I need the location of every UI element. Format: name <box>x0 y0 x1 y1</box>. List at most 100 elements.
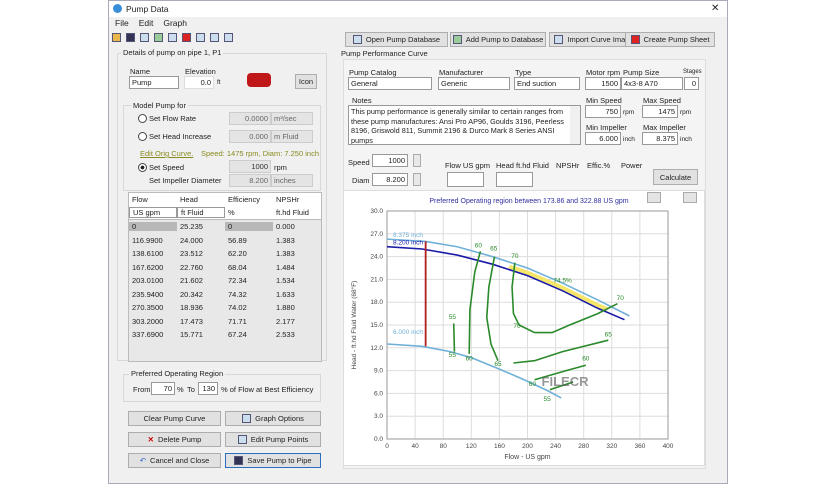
add-pump-database-button[interactable]: Add Pump to Database <box>450 32 546 47</box>
table-cell[interactable]: 116.9900 <box>129 236 177 245</box>
edit-pump-points-button[interactable]: Edit Pump Points <box>225 432 321 447</box>
table-cell[interactable]: 270.3500 <box>129 303 177 312</box>
table-row[interactable]: 116.9900 24.000 56.89 1.383 <box>129 234 321 248</box>
table-cell[interactable]: 71.71 <box>225 317 273 326</box>
edit-points-icon[interactable] <box>210 33 219 42</box>
speed-input[interactable]: 1000 <box>372 154 408 167</box>
table-cell[interactable]: 17.473 <box>177 317 225 326</box>
menu-graph[interactable]: Graph <box>163 18 187 28</box>
table-cell[interactable]: 1.633 <box>273 290 321 299</box>
max-speed-input[interactable]: 1475 <box>642 105 678 118</box>
table-cell[interactable]: 21.602 <box>177 276 225 285</box>
table-cell[interactable]: 1.383 <box>273 236 321 245</box>
table-cell[interactable]: 1.880 <box>273 303 321 312</box>
cancel-close-button[interactable]: ↶ Cancel and Close <box>128 453 221 468</box>
open-pump-database-button[interactable]: Open Pump Database <box>345 32 448 47</box>
table-cell[interactable]: 0.000 <box>273 222 321 231</box>
table-cell[interactable]: 337.6900 <box>129 330 177 339</box>
table-cell[interactable]: 303.2000 <box>129 317 177 326</box>
radio-set-speed[interactable] <box>138 163 147 172</box>
notes-textarea[interactable]: This pump performance is generally simil… <box>348 105 581 145</box>
name-input[interactable]: Pump <box>129 76 179 89</box>
table-cell[interactable]: 138.6100 <box>129 249 177 258</box>
diam-input[interactable]: 8.200 <box>372 173 408 186</box>
zoom-fit-icon[interactable] <box>683 192 697 203</box>
pump-sheet-icon[interactable] <box>182 33 191 42</box>
manufacturer-input[interactable]: Generic <box>438 77 510 90</box>
table-cell[interactable]: 74.32 <box>225 290 273 299</box>
table-cell[interactable]: 0 <box>225 222 273 232</box>
diam-spinner[interactable] <box>413 173 421 186</box>
create-pump-sheet-button[interactable]: Create Pump Sheet <box>625 32 715 47</box>
table-cell[interactable]: 62.20 <box>225 249 273 258</box>
set-speed-input[interactable]: 1000 <box>229 160 271 173</box>
table-row[interactable]: 303.2000 17.473 71.71 2.177 <box>129 315 321 329</box>
clear-pump-curve-button[interactable]: Clear Pump Curve <box>128 411 221 426</box>
table-cell[interactable]: 72.34 <box>225 276 273 285</box>
chart-image-icon[interactable] <box>647 192 661 203</box>
graph-options-icon[interactable] <box>196 33 205 42</box>
min-impeller-input[interactable]: 6.000 <box>585 132 621 145</box>
delete-pump-button[interactable]: ✕ Delete Pump <box>128 432 221 447</box>
table-row[interactable]: 235.9400 20.342 74.32 1.633 <box>129 288 321 302</box>
diameter-unit-select[interactable]: inches <box>271 174 313 187</box>
save-pump-to-pipe-button[interactable]: Save Pump to Pipe <box>225 453 321 468</box>
por-to-input[interactable]: 130 <box>198 382 218 395</box>
radio-flow-rate[interactable] <box>138 114 147 123</box>
table-cell[interactable]: 0 <box>129 222 177 232</box>
table-cell[interactable]: 235.9400 <box>129 290 177 299</box>
edit-orig-curve-link[interactable]: Edit Orig Curve. <box>140 149 193 158</box>
head-unit-select[interactable]: ft Fluid <box>177 207 225 219</box>
table-cell[interactable]: 203.0100 <box>129 276 177 285</box>
table-cell[interactable]: 22.760 <box>177 263 225 272</box>
table-cell[interactable]: 1.534 <box>273 276 321 285</box>
calc-head-input[interactable] <box>496 172 533 187</box>
table-cell[interactable]: 68.04 <box>225 263 273 272</box>
import-image-icon[interactable] <box>168 33 177 42</box>
impeller-diameter-input[interactable]: 8.200 <box>229 174 271 187</box>
head-increase-input[interactable]: 0.000 <box>229 130 271 143</box>
table-row[interactable]: 0 25.235 0 0.000 <box>129 220 321 234</box>
speed-spinner[interactable] <box>413 154 421 167</box>
table-row[interactable]: 270.3500 18.936 74.02 1.880 <box>129 301 321 315</box>
table-row[interactable]: 337.6900 15.771 67.24 2.533 <box>129 328 321 342</box>
table-cell[interactable]: 25.235 <box>177 222 225 231</box>
table-row[interactable]: 203.0100 21.602 72.34 1.534 <box>129 274 321 288</box>
catalog-input[interactable]: General <box>348 77 432 90</box>
table-cell[interactable]: 56.89 <box>225 236 273 245</box>
graph-options-button[interactable]: Graph Options <box>225 411 321 426</box>
close-button[interactable]: ✕ <box>711 3 719 14</box>
table-row[interactable]: 138.6100 23.512 62.20 1.383 <box>129 247 321 261</box>
table-row[interactable]: 167.6200 22.760 68.04 1.484 <box>129 261 321 275</box>
table-cell[interactable]: 1.383 <box>273 249 321 258</box>
table-cell[interactable]: 2.177 <box>273 317 321 326</box>
table-cell[interactable]: 18.936 <box>177 303 225 312</box>
min-speed-input[interactable]: 750 <box>585 105 621 118</box>
notes-scrollbar[interactable] <box>570 106 580 144</box>
calc-flow-input[interactable] <box>447 172 484 187</box>
flow-rate-input[interactable]: 0.0000 <box>229 112 271 125</box>
radio-head-increase[interactable] <box>138 132 147 141</box>
table-cell[interactable]: 24.000 <box>177 236 225 245</box>
add-pump-icon[interactable] <box>154 33 163 42</box>
elevation-input[interactable]: 0.0 <box>184 76 214 89</box>
pump-size-input[interactable]: 4x3-8 A70 <box>621 77 683 90</box>
save-icon[interactable] <box>126 33 135 42</box>
flow-unit-select[interactable]: m³/sec <box>271 112 313 125</box>
table-cell[interactable]: 2.533 <box>273 330 321 339</box>
por-from-input[interactable]: 70 <box>151 382 175 395</box>
table-cell[interactable]: 67.24 <box>225 330 273 339</box>
table-cell[interactable]: 20.342 <box>177 290 225 299</box>
open-icon[interactable] <box>112 33 121 42</box>
max-impeller-input[interactable]: 8.375 <box>642 132 678 145</box>
table-cell[interactable]: 74.02 <box>225 303 273 312</box>
table-cell[interactable]: 15.771 <box>177 330 225 339</box>
table-cell[interactable]: 23.512 <box>177 249 225 258</box>
table-cell[interactable]: 167.6200 <box>129 263 177 272</box>
menu-edit[interactable]: Edit <box>139 18 154 28</box>
icon-button[interactable]: Icon <box>295 74 317 89</box>
flow-unit-select[interactable]: US gpm <box>129 207 177 219</box>
pump-db-icon[interactable] <box>140 33 149 42</box>
type-input[interactable]: End suction <box>514 77 580 90</box>
calculate-button[interactable]: Calculate <box>653 169 698 185</box>
